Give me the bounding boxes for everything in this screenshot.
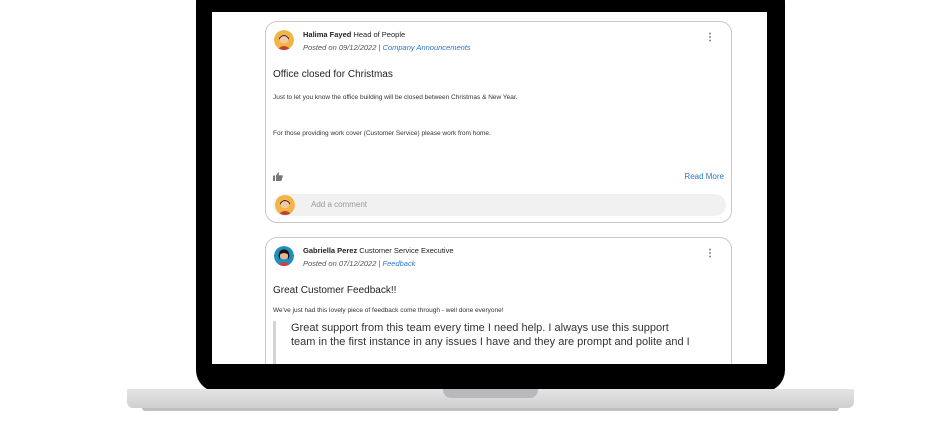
category-link[interactable]: Company Announcements bbox=[383, 43, 471, 52]
quote-line: team in the first instance in any issues… bbox=[291, 336, 690, 348]
post-body-line: Just to let you know the office building… bbox=[273, 94, 518, 101]
post-meta: Posted on 09/12/2022 | Company Announcem… bbox=[303, 43, 471, 52]
posted-date: Posted on 09/12/2022 | bbox=[303, 43, 381, 52]
post-title: Great Customer Feedback!! bbox=[273, 285, 397, 296]
post-body-line: For those providing work cover (Customer… bbox=[273, 130, 491, 137]
post-body-line: We've just had this lovely piece of feed… bbox=[273, 307, 504, 314]
kebab-menu-icon[interactable]: ⋮ bbox=[705, 248, 715, 259]
read-more-link[interactable]: Read More bbox=[684, 172, 724, 181]
author-role: Customer Service Executive bbox=[359, 246, 454, 255]
author-line: Halima Fayed Head of People bbox=[303, 30, 405, 39]
quote-line: Great support from this team every time … bbox=[291, 322, 669, 334]
post-title: Office closed for Christmas bbox=[273, 69, 393, 80]
posted-date: Posted on 07/12/2022 | bbox=[303, 259, 381, 268]
comment-placeholder: Add a comment bbox=[311, 200, 368, 209]
feedback-quote: Great support from this team every time … bbox=[273, 321, 725, 364]
author-avatar[interactable] bbox=[274, 246, 294, 266]
category-link[interactable]: Feedback bbox=[383, 259, 416, 268]
comment-input[interactable]: Add a comment bbox=[273, 194, 726, 216]
author-line: Gabriella Perez Customer Service Executi… bbox=[303, 246, 454, 255]
author-avatar[interactable] bbox=[274, 30, 294, 50]
author-role: Head of People bbox=[353, 30, 406, 39]
author-name[interactable]: Gabriella Perez bbox=[303, 246, 357, 255]
post-card: Halima Fayed Head of People Posted on 09… bbox=[265, 21, 732, 223]
laptop-screen: Halima Fayed Head of People Posted on 09… bbox=[212, 12, 767, 364]
post-card: Gabriella Perez Customer Service Executi… bbox=[265, 237, 732, 364]
author-name[interactable]: Halima Fayed bbox=[303, 30, 351, 39]
laptop-base-shadow bbox=[142, 408, 839, 411]
kebab-menu-icon[interactable]: ⋮ bbox=[705, 32, 715, 43]
laptop-notch bbox=[443, 389, 538, 398]
thumbs-up-icon[interactable] bbox=[273, 172, 283, 181]
current-user-avatar bbox=[275, 195, 295, 215]
post-meta: Posted on 07/12/2022 | Feedback bbox=[303, 259, 415, 268]
